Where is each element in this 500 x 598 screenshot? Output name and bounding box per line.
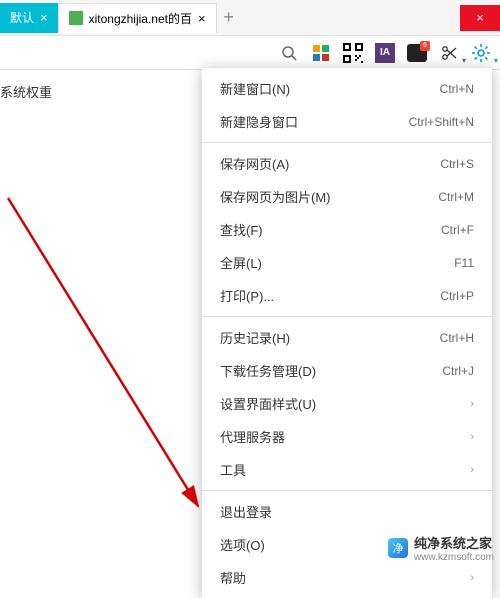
menu-separator xyxy=(202,316,492,317)
qrcode-icon xyxy=(343,43,363,63)
menu-item-label: 保存网页(A) xyxy=(220,154,440,173)
scissors-icon xyxy=(441,45,457,61)
menu-item-6[interactable]: 全屏(L)F11 xyxy=(202,246,492,279)
menu-item-shortcut: Ctrl+Shift+N xyxy=(409,115,474,129)
menu-separator xyxy=(202,490,492,491)
scissors-button[interactable]: ▾ xyxy=(438,42,460,64)
search-icon xyxy=(281,45,297,61)
ia-icon: IA xyxy=(375,43,395,63)
menu-item-label: 下载任务管理(D) xyxy=(220,361,442,380)
tab-strip: 默认 × xitongzhijia.net的百 × + × xyxy=(0,0,500,36)
menu-item-label: 打印(P)... xyxy=(220,286,440,305)
tab-second-label: xitongzhijia.net的百 xyxy=(89,10,192,27)
menu-item-shortcut: Ctrl+S xyxy=(440,157,474,171)
menu-item-shortcut: Ctrl+N xyxy=(440,82,474,96)
menu-item-label: 历史记录(H) xyxy=(220,328,440,347)
apps-icon xyxy=(312,44,330,62)
chevron-right-icon: › xyxy=(470,464,474,476)
watermark-title: 纯净系统之家 xyxy=(414,533,494,552)
new-tab-button[interactable]: + xyxy=(217,7,241,28)
menu-item-9[interactable]: 历史记录(H)Ctrl+H xyxy=(202,321,492,354)
toolbar: IA 6 ▾ ▾ xyxy=(0,36,500,70)
sidebar-text: 系统权重 xyxy=(0,82,52,101)
menu-item-5[interactable]: 查找(F)Ctrl+F xyxy=(202,213,492,246)
settings-menu: 新建窗口(N)Ctrl+N新建隐身窗口Ctrl+Shift+N保存网页(A)Ct… xyxy=(202,68,492,598)
window-close-button[interactable]: × xyxy=(460,5,500,31)
gear-icon xyxy=(472,44,490,62)
menu-item-4[interactable]: 保存网页为图片(M)Ctrl+M xyxy=(202,180,492,213)
scissors-chevron-icon: ▾ xyxy=(462,56,466,65)
menu-item-1[interactable]: 新建隐身窗口Ctrl+Shift+N xyxy=(202,105,492,138)
menu-item-label: 帮助 xyxy=(220,568,470,587)
arrow-annotation xyxy=(0,190,210,530)
gear-chevron-icon: ▾ xyxy=(494,56,498,65)
menu-item-label: 新建隐身窗口 xyxy=(220,112,409,131)
tab-second[interactable]: xitongzhijia.net的百 × xyxy=(58,3,217,33)
menu-item-7[interactable]: 打印(P)...Ctrl+P xyxy=(202,279,492,312)
qrcode-button[interactable] xyxy=(342,42,364,64)
chevron-right-icon: › xyxy=(470,572,474,584)
menu-item-label: 退出登录 xyxy=(220,502,474,521)
menu-item-11[interactable]: 设置界面样式(U)› xyxy=(202,387,492,420)
menu-item-label: 保存网页为图片(M) xyxy=(220,187,438,206)
ia-button[interactable]: IA xyxy=(374,42,396,64)
menu-item-15[interactable]: 退出登录 xyxy=(202,495,492,528)
chevron-right-icon: › xyxy=(470,398,474,410)
menu-item-label: 全屏(L) xyxy=(220,253,454,272)
tab-active-close-icon[interactable]: × xyxy=(40,10,48,25)
menu-item-17[interactable]: 帮助› xyxy=(202,561,492,594)
menu-item-10[interactable]: 下载任务管理(D)Ctrl+J xyxy=(202,354,492,387)
notification-badge: 6 xyxy=(420,41,430,51)
notifications-button[interactable]: 6 xyxy=(406,42,428,64)
tab-active-label: 默认 xyxy=(10,9,34,26)
tab-active[interactable]: 默认 × xyxy=(0,3,58,33)
window-controls: × xyxy=(460,5,500,31)
chevron-right-icon: › xyxy=(470,431,474,443)
menu-item-0[interactable]: 新建窗口(N)Ctrl+N xyxy=(202,72,492,105)
menu-item-13[interactable]: 工具› xyxy=(202,453,492,486)
watermark-logo-icon: 净 xyxy=(388,538,408,558)
menu-item-12[interactable]: 代理服务器› xyxy=(202,420,492,453)
menu-item-3[interactable]: 保存网页(A)Ctrl+S xyxy=(202,147,492,180)
settings-button[interactable]: ▾ xyxy=(470,42,492,64)
menu-item-label: 新建窗口(N) xyxy=(220,79,440,98)
menu-item-shortcut: Ctrl+F xyxy=(441,223,474,237)
menu-item-shortcut: F11 xyxy=(454,256,474,270)
tab-second-close-icon[interactable]: × xyxy=(198,11,206,26)
watermark-url: www.kzmsoft.com xyxy=(414,552,494,563)
menu-item-label: 工具 xyxy=(220,460,470,479)
apps-button[interactable] xyxy=(310,42,332,64)
menu-item-label: 设置界面样式(U) xyxy=(220,394,470,413)
menu-separator xyxy=(202,142,492,143)
tab-favicon-icon xyxy=(69,11,83,25)
menu-item-label: 代理服务器 xyxy=(220,427,470,446)
menu-item-shortcut: Ctrl+J xyxy=(442,364,474,378)
menu-item-shortcut: Ctrl+P xyxy=(440,289,474,303)
watermark: 净 纯净系统之家 www.kzmsoft.com xyxy=(388,533,494,563)
menu-item-shortcut: Ctrl+M xyxy=(438,190,474,204)
search-button[interactable] xyxy=(278,42,300,64)
menu-item-shortcut: Ctrl+H xyxy=(440,331,474,345)
chat-icon: 6 xyxy=(407,44,427,62)
menu-item-label: 查找(F) xyxy=(220,220,441,239)
